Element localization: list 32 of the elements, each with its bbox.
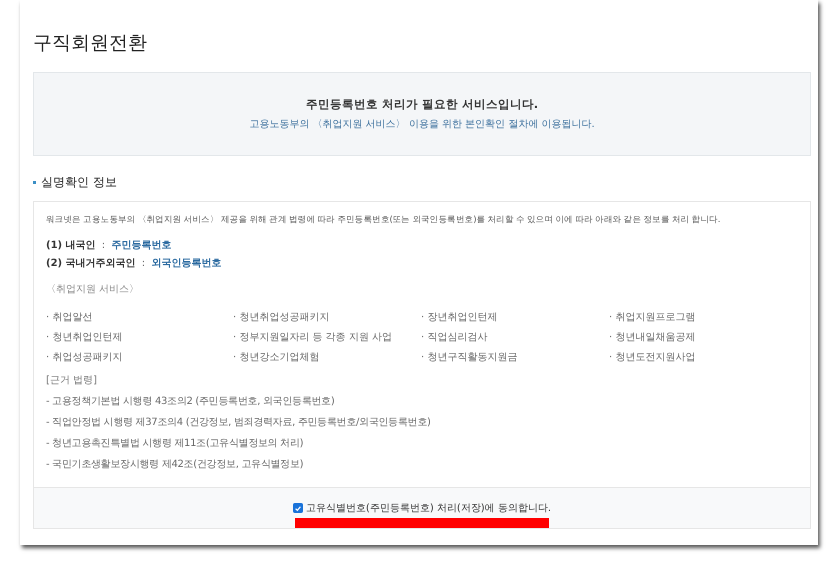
section-title: 실명확인 정보	[41, 174, 117, 191]
service-item: · 청년강소기업체험	[233, 351, 320, 364]
id-type-label: (1) 내국인	[46, 240, 96, 251]
page-title: 구직회원전환	[33, 31, 148, 56]
service-item: · 장년취업인턴제	[421, 311, 498, 324]
consent-checkbox[interactable]: 고유식별번호(주민등록번호) 처리(저장)에 동의합니다.	[292, 501, 552, 515]
service-item: · 청년구직활동지원금	[421, 351, 518, 364]
service-item: · 취업성공패키지	[46, 351, 124, 364]
law-item: - 직업안정법 시행령 제37조의4 (건강정보, 범죄경력자료, 주민등록번호/외국인등록번호)	[46, 416, 432, 429]
service-item: · 직업심리검사	[421, 331, 488, 344]
law-item: - 고용정책기본법 시행령 43조의2 (주민등록번호, 외국인등록번호)	[46, 395, 336, 408]
colon-separator: :	[142, 258, 146, 269]
law-item: - 청년고용촉진특별법 시행령 제11조(고유식별정보의 처리)	[46, 437, 304, 450]
service-item: · 청년도전지원사업	[609, 351, 696, 364]
services-heading: 〈취업지원 서비스〉	[46, 283, 140, 296]
service-item: · 청년취업인턴제	[46, 331, 124, 344]
bullet-icon	[33, 181, 36, 184]
service-item: · 취업지원프로그램	[609, 311, 696, 324]
service-item: · 청년내일채움공제	[609, 331, 696, 344]
id-type-value: 외국인등록번호	[151, 258, 222, 269]
id-type-label: (2) 국내거주외국인	[46, 258, 136, 269]
colon-separator: :	[102, 240, 106, 251]
service-item: · 취업알선	[46, 311, 94, 324]
notice-headline: 주민등록번호 처리가 필요한 서비스입니다.	[306, 97, 538, 112]
id-type-value: 주민등록번호	[111, 240, 172, 251]
checkbox-icon[interactable]	[292, 503, 303, 513]
notice-text: 고용노동부의 〈취업지원 서비스〉 이용을 위한 본인확인 절차에 이용됩니다.	[249, 118, 595, 131]
laws-heading: [근거 법령]	[46, 374, 98, 387]
service-item: · 청년취업성공패키지	[233, 311, 330, 324]
law-item: - 국민기초생활보장시행령 제42조(건강정보, 고유식별정보)	[46, 458, 304, 471]
service-item: · 정부지원일자리 등 각종 지원 사업	[233, 331, 394, 344]
intro-text: 워크넷은 고용노동부의 〈취업지원 서비스〉 제공을 위해 관계 법령에 따라 주민등록번호(또는 외국인등록번호)를 처리할 수 있으며 이에 따라 아래와 같은 정보를 처리 합니다.	[46, 214, 722, 226]
